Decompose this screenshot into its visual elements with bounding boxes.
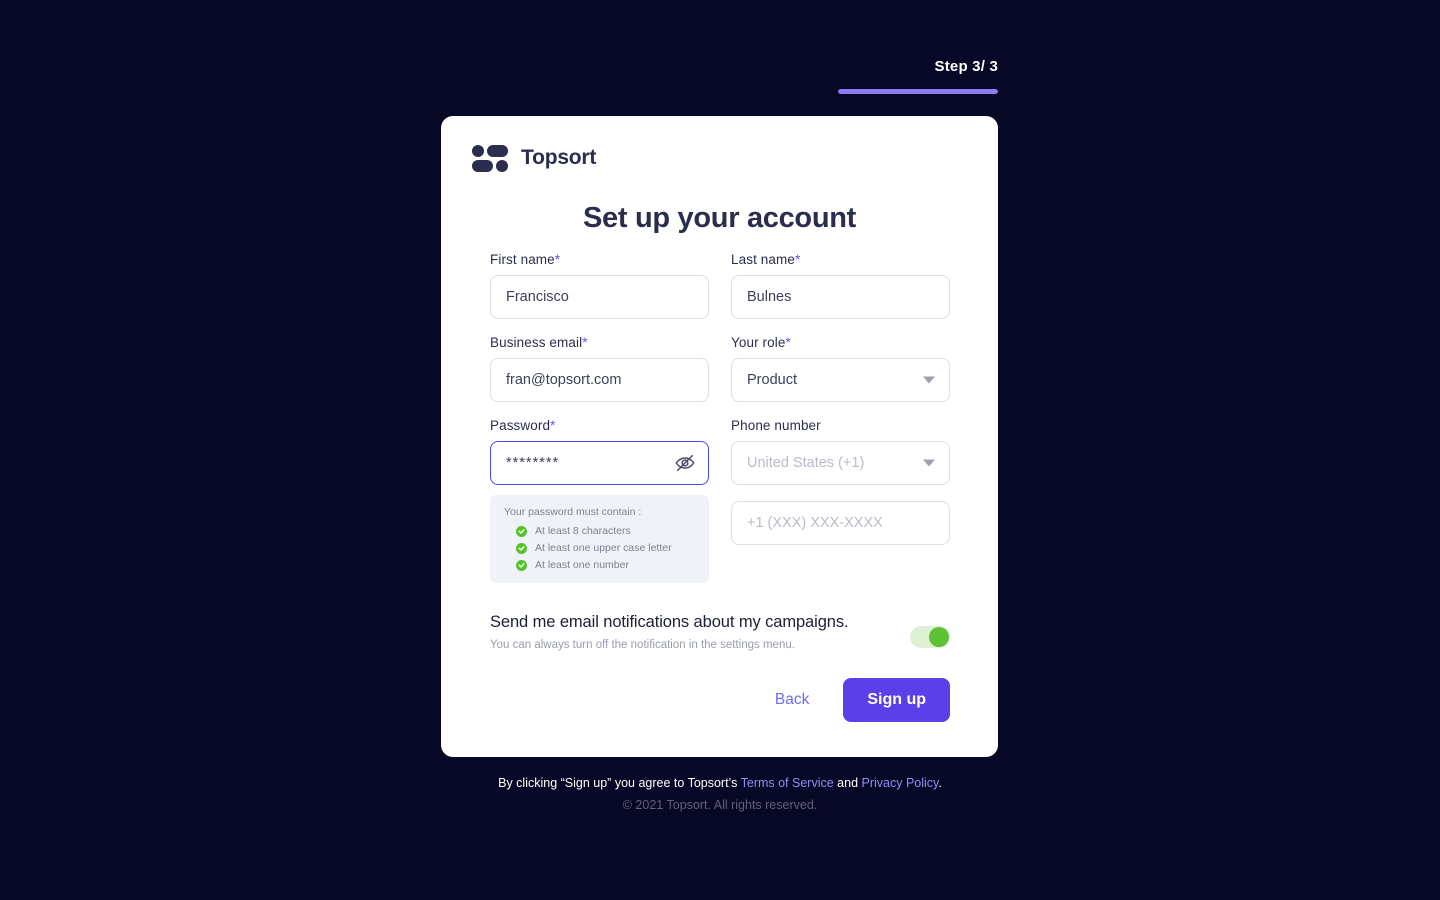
check-circle-icon: [516, 525, 527, 537]
footer-legal-suffix: .: [938, 776, 942, 790]
check-circle-icon: [516, 542, 527, 554]
password-requirement-text: At least one number: [535, 559, 629, 571]
password-label-text: Password: [490, 418, 551, 433]
role-selected-value: Product: [731, 358, 950, 402]
password-label: Password*: [490, 418, 709, 433]
footer-legal-text: By clicking “Sign up” you agree to Topso…: [0, 776, 1440, 790]
eye-off-icon[interactable]: [673, 451, 697, 475]
required-asterisk: *: [550, 418, 556, 433]
password-field: Password* Your password must contain :: [490, 418, 709, 583]
step-progress-track: [838, 89, 998, 94]
business-email-label: Business email*: [490, 335, 709, 350]
last-name-label-text: Last name: [731, 252, 795, 267]
email-notifications-title: Send me email notifications about my cam…: [490, 613, 849, 631]
password-requirement-text: At least one upper case letter: [535, 542, 672, 554]
first-name-label-text: First name: [490, 252, 555, 267]
footer-legal-middle: and: [833, 776, 862, 790]
first-name-field: First name*: [490, 252, 709, 319]
first-name-label: First name*: [490, 252, 709, 267]
required-asterisk: *: [785, 335, 791, 350]
footer-legal-prefix: By clicking “Sign up” you agree to Topso…: [498, 776, 741, 790]
role-select[interactable]: Product: [731, 358, 950, 402]
last-name-label: Last name*: [731, 252, 950, 267]
terms-of-service-link[interactable]: Terms of Service: [741, 776, 834, 790]
password-requirement-item: At least one number: [504, 559, 695, 571]
footer: By clicking “Sign up” you agree to Topso…: [0, 776, 1440, 812]
password-requirements: Your password must contain : At least 8 …: [490, 495, 709, 583]
password-requirement-item: At least 8 characters: [504, 525, 695, 537]
brand-name: Topsort: [521, 146, 597, 169]
phone-country-value: United States (+1): [731, 441, 950, 485]
signup-form: First name* Last name* Business email*: [490, 252, 950, 583]
last-name-field: Last name*: [731, 252, 950, 319]
password-requirement-item: At least one upper case letter: [504, 542, 695, 554]
toggle-knob: [929, 627, 949, 647]
required-asterisk: *: [582, 335, 588, 350]
form-actions: Back Sign up: [775, 678, 950, 722]
chevron-down-icon: [923, 376, 935, 384]
sign-up-button[interactable]: Sign up: [843, 678, 950, 722]
topsort-logo-icon: [472, 143, 508, 173]
check-circle-icon: [516, 559, 527, 571]
phone-field: Phone number United States (+1): [731, 418, 950, 583]
password-requirement-text: At least 8 characters: [535, 525, 631, 537]
first-name-input[interactable]: [490, 275, 709, 319]
brand: Topsort: [472, 143, 596, 173]
business-email-label-text: Business email: [490, 335, 583, 350]
step-progress-fill: [838, 89, 998, 94]
signup-card: Topsort Set up your account First name* …: [441, 116, 998, 757]
phone-label-text: Phone number: [731, 418, 821, 433]
role-label: Your role*: [731, 335, 950, 350]
phone-country-select[interactable]: United States (+1): [731, 441, 950, 485]
business-email-input[interactable]: [490, 358, 709, 402]
password-requirements-title: Your password must contain :: [504, 506, 642, 518]
chevron-down-icon: [923, 459, 935, 467]
email-notifications-subtitle: You can always turn off the notification…: [490, 639, 795, 651]
business-email-field: Business email*: [490, 335, 709, 402]
required-asterisk: *: [794, 252, 801, 267]
footer-copyright: © 2021 Topsort. All rights reserved.: [622, 798, 818, 812]
step-label: Step 3/ 3: [934, 58, 998, 75]
last-name-input[interactable]: [731, 275, 950, 319]
phone-label: Phone number: [731, 418, 950, 433]
role-label-text: Your role: [731, 335, 786, 350]
page-title: Set up your account: [582, 202, 857, 234]
back-button[interactable]: Back: [775, 691, 809, 709]
phone-number-input[interactable]: [731, 501, 950, 545]
email-notifications-row: Send me email notifications about my cam…: [490, 613, 950, 651]
email-notifications-toggle[interactable]: [910, 626, 950, 648]
required-asterisk: *: [554, 252, 561, 267]
step-progress: Step 3/ 3: [838, 58, 998, 94]
role-field: Your role* Product: [731, 335, 950, 402]
privacy-policy-link[interactable]: Privacy Policy: [862, 776, 939, 790]
